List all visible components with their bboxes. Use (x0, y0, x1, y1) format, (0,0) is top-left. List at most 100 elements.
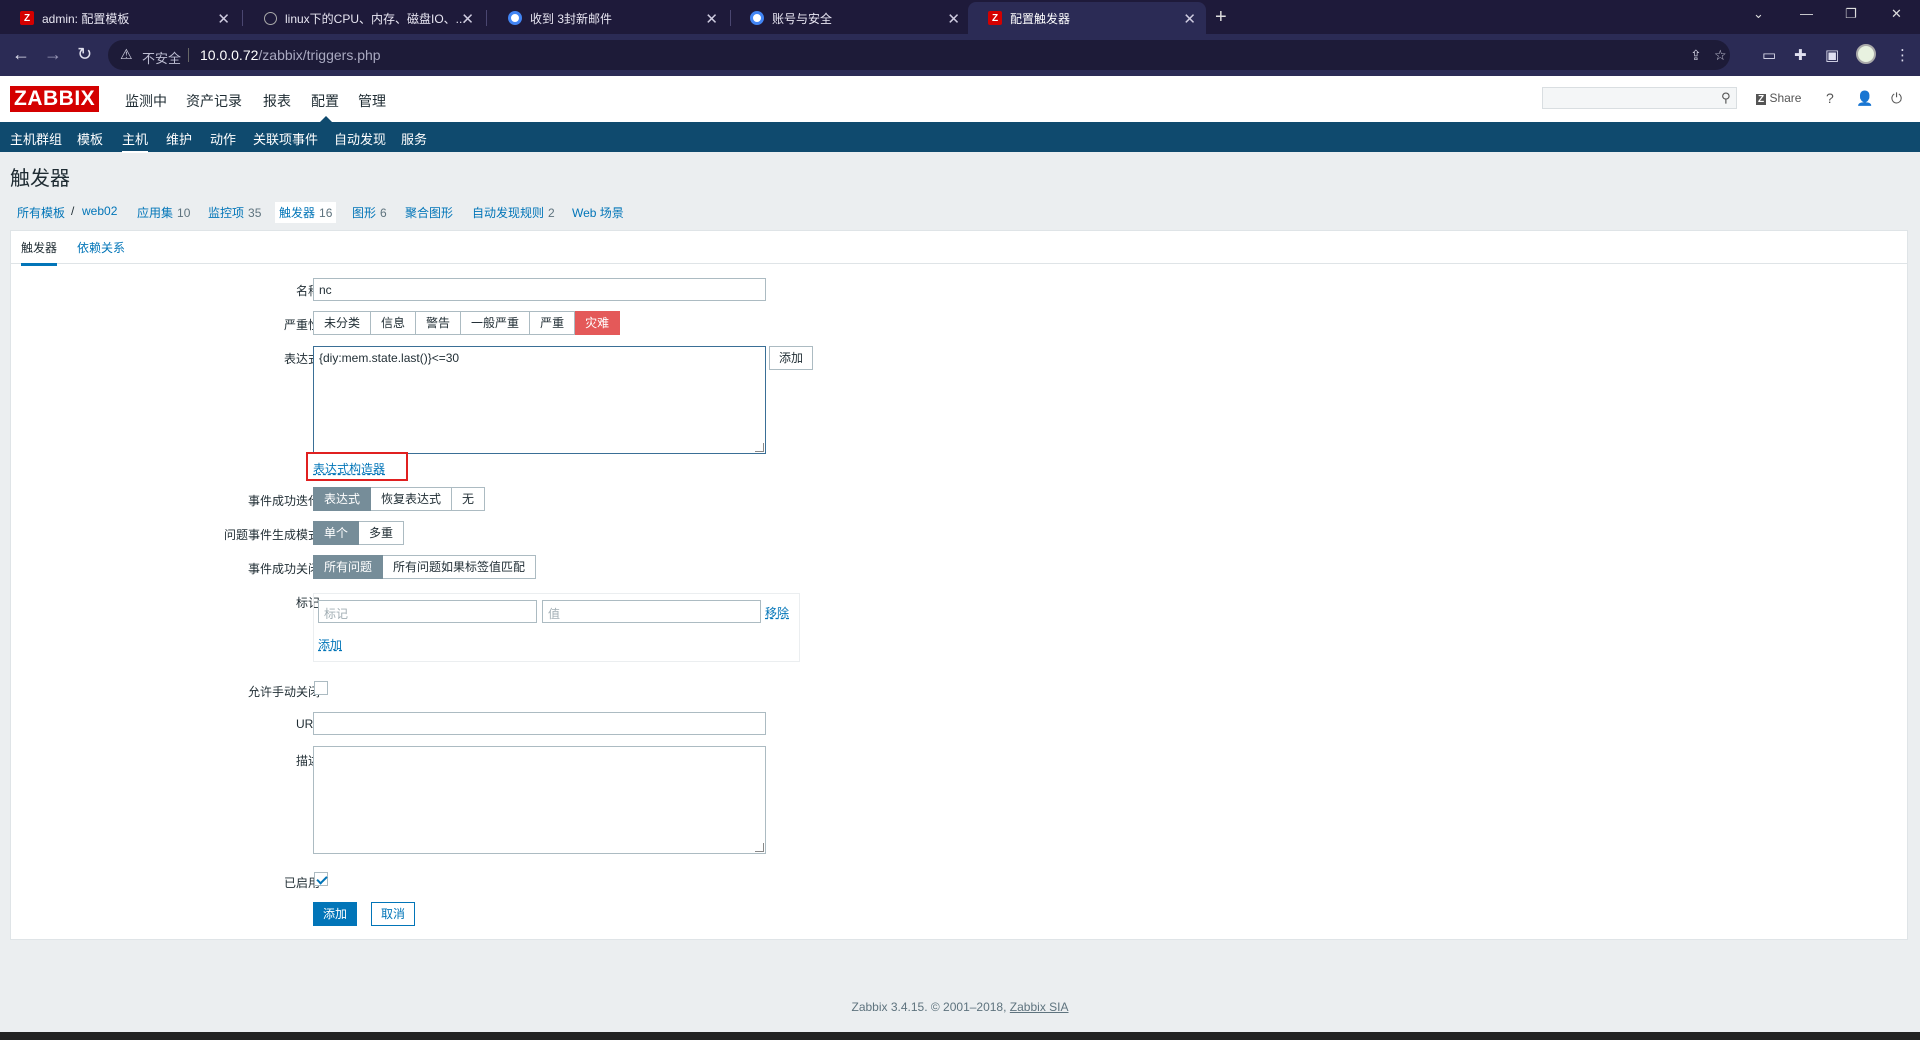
share-link[interactable]: Z Share (1756, 91, 1801, 105)
close-tab-icon[interactable]: ✕ (1183, 10, 1196, 28)
textarea-resize-handle[interactable] (755, 843, 764, 852)
browser-tab-3[interactable]: 账号与安全 ✕ (730, 2, 970, 34)
severity-warning[interactable]: 警告 (416, 311, 462, 335)
submenu-actions[interactable]: 动作 (210, 129, 236, 148)
address-bar[interactable]: ⚠ 不安全 10.0.0.72/zabbix/triggers.php ⇪ ☆ (108, 40, 1730, 70)
breadcrumb-count: 10 (177, 206, 191, 220)
submenu-templates[interactable]: 模板 (77, 129, 103, 148)
browser-toolbar: ← → ↻ ⚠ 不安全 10.0.0.72/zabbix/triggers.ph… (0, 34, 1920, 76)
submenu-maintenance[interactable]: 维护 (166, 129, 192, 148)
back-icon[interactable]: ← (12, 44, 30, 65)
closes-tag-match-option[interactable]: 所有问题如果标签值匹配 (383, 555, 537, 579)
ok-event-none-option[interactable]: 无 (452, 487, 486, 511)
url-input[interactable] (313, 712, 766, 735)
side-panel-icon[interactable]: ▣ (1825, 46, 1839, 64)
severity-not-classified[interactable]: 未分类 (313, 311, 372, 335)
expression-add-button[interactable]: 添加 (769, 346, 814, 370)
ok-event-closes-selector: 所有问题 所有问题如果标签值匹配 (313, 555, 537, 579)
breadcrumb-template-web02[interactable]: web02 (82, 204, 117, 218)
extensions-puzzle-icon[interactable]: ✚ (1794, 46, 1807, 64)
severity-disaster[interactable]: 灾难 (575, 311, 621, 335)
tab-title: linux下的CPU、内存、磁盘IO、... (285, 11, 466, 26)
page-favicon-icon (264, 11, 277, 25)
minimize-icon[interactable]: — (1800, 6, 1813, 21)
close-tab-icon[interactable]: ✕ (461, 10, 474, 28)
problem-mode-multiple-option[interactable]: 多重 (359, 521, 405, 545)
tab-trigger[interactable]: 触发器 (21, 239, 58, 266)
user-profile-icon[interactable]: 👤 (1856, 90, 1873, 107)
expression-constructor-link[interactable]: 表达式构造器 (313, 460, 385, 477)
tab-search-icon[interactable]: ⌄ (1753, 6, 1764, 22)
new-tab-icon[interactable]: + (1215, 6, 1227, 29)
zabbix-logo[interactable]: ZABBIX (10, 86, 100, 112)
footer-company-link[interactable]: Zabbix SIA (1010, 1000, 1069, 1014)
browser-tab-4-active[interactable]: Z 配置触发器 ✕ (968, 2, 1206, 34)
breadcrumb-graphs[interactable]: 图形 6 (352, 204, 387, 221)
close-tab-icon[interactable]: ✕ (947, 10, 960, 28)
window-close-icon[interactable]: ✕ (1891, 6, 1902, 22)
tag-name-input[interactable]: 标记 (318, 600, 537, 623)
menu-inventory[interactable]: 资产记录 (186, 91, 242, 111)
severity-information[interactable]: 信息 (371, 311, 417, 335)
browser-tab-1[interactable]: linux下的CPU、内存、磁盘IO、... ✕ (244, 2, 484, 34)
breadcrumb-label: web02 (82, 204, 118, 218)
restore-icon[interactable]: ❐ (1845, 6, 1857, 22)
menu-reports[interactable]: 报表 (263, 91, 291, 111)
add-button[interactable]: 添加 (313, 902, 358, 926)
tag-add-link[interactable]: 添加 (318, 636, 342, 653)
description-textarea[interactable] (313, 746, 766, 854)
name-input[interactable]: nc (313, 278, 766, 301)
breadcrumb-applications[interactable]: 应用集 10 (137, 204, 190, 221)
close-tab-icon[interactable]: ✕ (217, 10, 230, 28)
manual-close-label: 允许手动关闭 (247, 685, 320, 699)
browser-tab-0[interactable]: Z admin: 配置模板 ✕ (0, 2, 240, 34)
forward-icon[interactable]: → (44, 44, 62, 65)
close-tab-icon[interactable]: ✕ (705, 10, 718, 28)
warning-icon[interactable]: ⚠ (120, 46, 133, 63)
submenu-hosts[interactable]: 主机 (122, 129, 149, 153)
breadcrumb-triggers[interactable]: 触发器 16 (275, 202, 337, 223)
manual-close-checkbox[interactable] (314, 681, 328, 695)
bookmark-star-icon[interactable]: ☆ (1714, 47, 1727, 64)
textarea-resize-handle[interactable] (755, 443, 764, 452)
expression-textarea[interactable]: {diy:mem.state.last()}<=30 (313, 346, 766, 454)
browser-menu-icon[interactable]: ⋮ (1895, 46, 1910, 64)
submenu-event-correlation[interactable]: 关联项事件 (253, 129, 318, 148)
browser-tab-2[interactable]: 收到 3封新邮件 ✕ (488, 2, 728, 34)
breadcrumb-screens[interactable]: 聚合图形 (405, 204, 453, 221)
problem-mode-single-option[interactable]: 单个 (313, 521, 360, 545)
submenu-host-groups[interactable]: 主机群组 (10, 129, 62, 148)
menu-configuration[interactable]: 配置 (311, 91, 339, 111)
tag-remove-link[interactable]: 移除 (765, 604, 789, 621)
breadcrumb-items[interactable]: 监控项 35 (208, 204, 261, 221)
severity-average[interactable]: 一般严重 (461, 311, 531, 335)
submenu-services[interactable]: 服务 (401, 129, 427, 148)
menu-administration[interactable]: 管理 (358, 91, 386, 111)
help-icon[interactable]: ? (1826, 90, 1834, 106)
breadcrumb-web-scenarios[interactable]: Web 场景 (572, 204, 624, 221)
breadcrumb-label: 聚合图形 (405, 206, 454, 220)
tab-dependencies[interactable]: 依赖关系 (77, 239, 125, 256)
cancel-button[interactable]: 取消 (371, 902, 416, 926)
chrome-favicon-icon (508, 11, 522, 25)
extension-icon[interactable]: ▭ (1762, 46, 1776, 64)
reload-icon[interactable]: ↻ (77, 44, 92, 65)
logout-icon[interactable]: ⏻ (1891, 90, 1902, 107)
severity-high[interactable]: 严重 (530, 311, 576, 335)
url-host: 10.0.0.72 (200, 47, 259, 63)
menu-monitoring[interactable]: 监测中 (125, 91, 167, 111)
enabled-checkbox[interactable] (314, 872, 328, 886)
share-page-icon[interactable]: ⇪ (1690, 47, 1702, 64)
ok-event-expression-option[interactable]: 表达式 (313, 487, 372, 511)
profile-avatar[interactable] (1856, 44, 1876, 64)
tag-value-input[interactable]: 值 (542, 600, 761, 623)
security-label[interactable]: 不安全 (142, 48, 181, 67)
breadcrumb-all-templates[interactable]: 所有模板 (17, 204, 65, 221)
ok-event-recovery-expression-option[interactable]: 恢复表达式 (371, 487, 453, 511)
global-search-input[interactable] (1542, 87, 1737, 109)
search-icon[interactable]: ⚲ (1721, 90, 1731, 106)
breadcrumb-discovery-rules[interactable]: 自动发现规则 2 (472, 204, 555, 221)
url-text[interactable]: 10.0.0.72/zabbix/triggers.php (200, 47, 381, 63)
closes-all-problems-option[interactable]: 所有问题 (313, 555, 384, 579)
submenu-discovery[interactable]: 自动发现 (334, 129, 386, 148)
